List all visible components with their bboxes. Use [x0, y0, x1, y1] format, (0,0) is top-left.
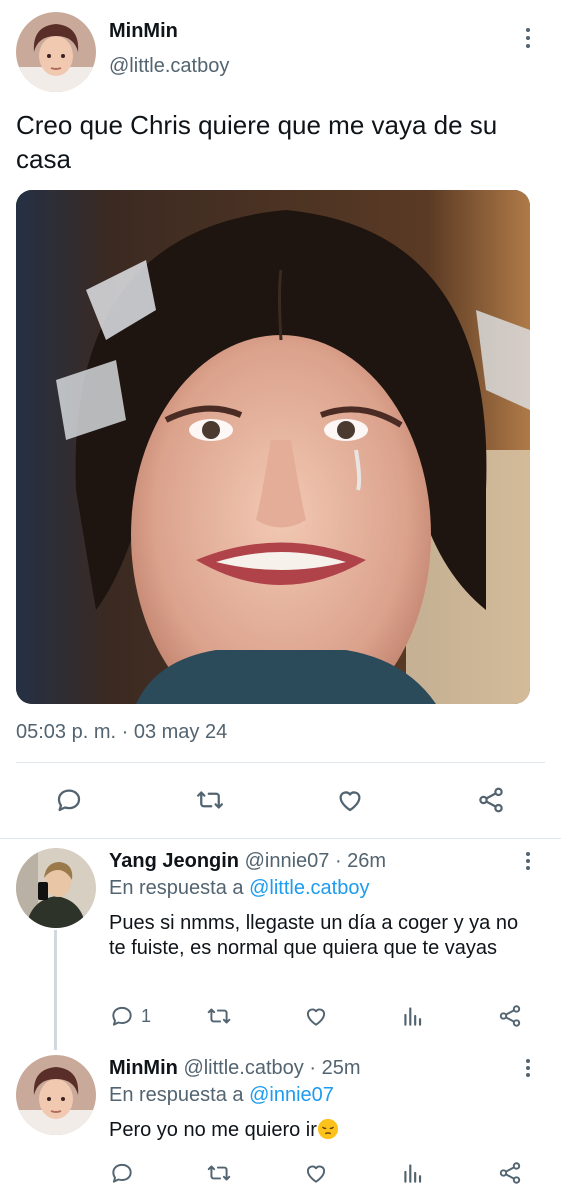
retweet-button[interactable]	[205, 1003, 233, 1029]
reply-time: · 25m	[309, 1057, 361, 1079]
share-button[interactable]	[497, 1160, 523, 1186]
in-reply-to: En respuesta a @little.catboy	[109, 877, 369, 900]
reply-count: 1	[141, 1005, 152, 1026]
avatar[interactable]	[16, 1055, 96, 1135]
divider	[16, 762, 545, 763]
tweet-timestamp: 05:03 p. m. · 03 may 24	[16, 721, 228, 743]
mention-link[interactable]: @little.catboy	[249, 877, 369, 899]
like-icon	[306, 1008, 326, 1026]
in-reply-to: En respuesta a @innie07	[109, 1084, 334, 1107]
mention-link[interactable]: @innie07	[249, 1084, 334, 1106]
analytics-button[interactable]	[400, 1160, 426, 1186]
like-icon	[306, 1165, 326, 1183]
reply-text: Pues si nmms, llegaste un día a coger y …	[109, 912, 519, 959]
reply-text: Pero yo no me quiero ir	[109, 1119, 317, 1141]
retweet-button[interactable]	[205, 1160, 233, 1186]
author-handle[interactable]: @innie07	[245, 850, 330, 872]
author-handle[interactable]: @little.catboy	[109, 55, 229, 78]
reply-button[interactable]	[54, 785, 84, 815]
tweet-text: Creo que Chris quiere que me vaya de su …	[16, 110, 498, 174]
reply-icon	[112, 1006, 132, 1026]
analytics-icon	[404, 1164, 422, 1183]
reply-button[interactable]: 1	[109, 1003, 151, 1029]
author-handle[interactable]: @little.catboy	[183, 1057, 303, 1079]
share-button[interactable]	[476, 785, 506, 815]
like-button[interactable]	[334, 785, 366, 815]
author-name[interactable]: MinMin	[109, 20, 178, 43]
author-name[interactable]: MinMin	[109, 1057, 178, 1079]
retweet-icon	[207, 1165, 231, 1181]
reply-text-container: Pero yo no me quiero ir	[109, 1118, 539, 1143]
reply-header: MinMin @little.catboy · 25m	[109, 1057, 360, 1080]
like-icon	[339, 791, 361, 812]
reply-time: · 26m	[334, 850, 387, 872]
retweet-icon	[207, 1008, 231, 1024]
share-icon	[479, 787, 503, 813]
analytics-icon	[404, 1007, 422, 1026]
in-reply-label: En respuesta a	[109, 1084, 250, 1106]
author-name[interactable]: Yang Jeongin	[109, 850, 239, 872]
avatar[interactable]	[16, 848, 96, 928]
more-options-icon[interactable]	[518, 1059, 538, 1077]
divider	[0, 838, 561, 839]
retweet-icon	[197, 791, 223, 809]
share-button[interactable]	[497, 1003, 523, 1029]
like-button[interactable]	[302, 1160, 330, 1186]
tweet-image[interactable]	[16, 190, 530, 704]
like-button[interactable]	[302, 1003, 330, 1029]
reply-icon	[57, 789, 81, 812]
avatar[interactable]	[16, 12, 96, 92]
reply-header: Yang Jeongin @innie07 · 26m	[109, 850, 386, 873]
share-icon	[499, 1162, 521, 1184]
reply-button[interactable]	[109, 1160, 135, 1186]
pensive-face-emoji	[317, 1118, 338, 1140]
more-options-icon[interactable]	[518, 28, 538, 48]
retweet-button[interactable]	[194, 785, 226, 815]
in-reply-label: En respuesta a	[109, 877, 250, 899]
analytics-button[interactable]	[400, 1003, 426, 1029]
reply-icon	[112, 1163, 132, 1183]
more-options-icon[interactable]	[518, 852, 538, 870]
share-icon	[499, 1005, 521, 1027]
thread-line	[54, 930, 57, 1050]
